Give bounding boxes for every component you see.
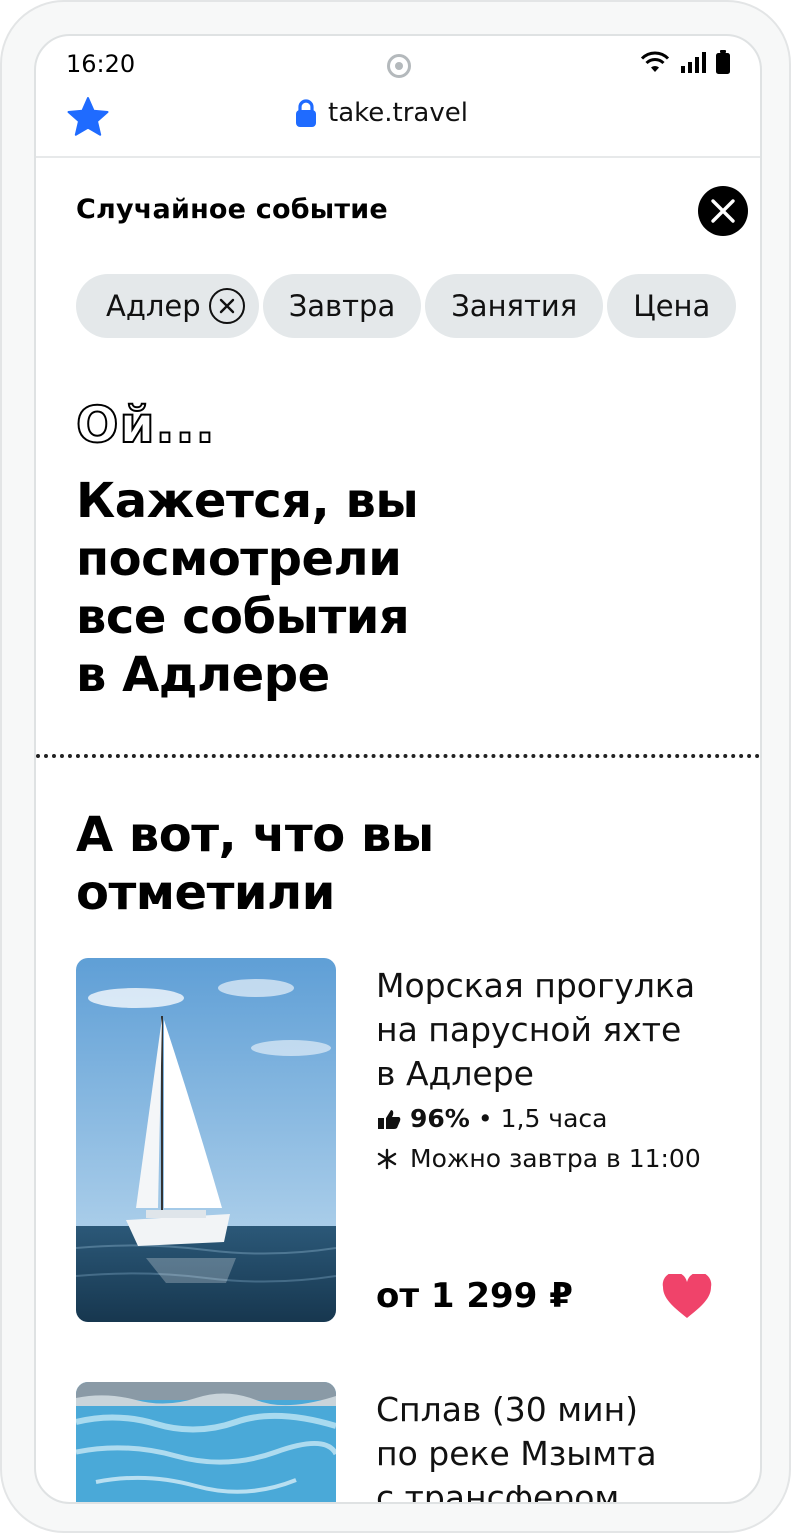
card-title-line: с трансфером xyxy=(376,1478,620,1504)
card-title-line: в Адлере xyxy=(376,1054,534,1093)
thumbs-up-icon xyxy=(378,1109,401,1129)
dotted-divider xyxy=(36,754,760,758)
filter-chips: Адлер Завтра Занятия Цена xyxy=(76,274,737,338)
headline-line: посмотрели xyxy=(76,531,402,587)
card-duration: 1,5 часа xyxy=(500,1104,608,1133)
card-rating: 96% xyxy=(410,1104,470,1133)
card-title[interactable]: Морская прогулка на парусной яхте в Адле… xyxy=(376,964,746,1096)
headline-line: Кажется, вы xyxy=(76,473,419,529)
sheet-title: Случайное событие xyxy=(76,194,388,225)
signal-icon xyxy=(681,52,706,73)
card-title-line: Сплав (30 мин) xyxy=(376,1390,639,1429)
card-price: от 1 299 ₽ xyxy=(376,1276,573,1316)
asterisk-icon xyxy=(377,1148,397,1169)
card-availability-row: Можно завтра в 11:00 xyxy=(376,1144,701,1173)
chip-label: Цена xyxy=(633,289,711,323)
card-rating-row: 96% • 1,5 часа xyxy=(376,1104,607,1133)
card-availability: Можно завтра в 11:00 xyxy=(410,1144,701,1173)
chip-label: Занятия xyxy=(451,289,578,323)
oops-heading: Ой... xyxy=(75,395,216,455)
rafting-photo[interactable] xyxy=(76,1382,336,1502)
saved-section-title: А вот, что вы отметили xyxy=(76,806,596,922)
status-time: 16:20 xyxy=(66,50,136,78)
chip-activities[interactable]: Занятия xyxy=(425,274,604,338)
chip-adler[interactable]: Адлер xyxy=(76,274,259,338)
empty-state-headline: Кажется, вы посмотрели все события в Адл… xyxy=(76,472,596,704)
lock-icon xyxy=(296,99,316,127)
favorite-heart-icon[interactable] xyxy=(662,1272,712,1324)
sailboat-photo[interactable] xyxy=(76,958,336,1322)
chip-remove-icon[interactable] xyxy=(208,288,245,324)
card-title-line: по реке Мзымта xyxy=(376,1434,657,1473)
headline-line: все события xyxy=(76,589,410,645)
url-bar[interactable]: take.travel xyxy=(296,98,468,128)
meta-separator: • xyxy=(477,1104,493,1133)
phone-frame: 16:20 take.travel Случайное событие Адле… xyxy=(0,0,791,1533)
card-title[interactable]: Сплав (30 мин) по реке Мзымта с трансфер… xyxy=(376,1388,746,1504)
saved-title-line: А вот, что вы xyxy=(76,807,434,863)
wifi-icon xyxy=(640,51,670,72)
saved-title-line: отметили xyxy=(76,865,335,921)
close-icon xyxy=(711,199,735,223)
card-title-line: на парусной яхте xyxy=(376,1010,682,1049)
bookmark-star-icon[interactable] xyxy=(66,96,110,142)
camera-icon xyxy=(387,54,411,78)
screen: 16:20 take.travel Случайное событие Адле… xyxy=(34,34,762,1504)
close-button[interactable] xyxy=(698,186,748,236)
status-icons xyxy=(640,50,730,74)
chip-price[interactable]: Цена xyxy=(607,274,737,338)
battery-icon xyxy=(716,50,730,74)
headline-line: в Адлере xyxy=(76,647,330,703)
chip-label: Адлер xyxy=(106,289,201,323)
browser-divider xyxy=(36,156,760,158)
chip-label: Завтра xyxy=(288,289,396,323)
url-text: take.travel xyxy=(328,98,468,128)
chip-tomorrow[interactable]: Завтра xyxy=(262,274,422,338)
card-title-line: Морская прогулка xyxy=(376,966,696,1005)
